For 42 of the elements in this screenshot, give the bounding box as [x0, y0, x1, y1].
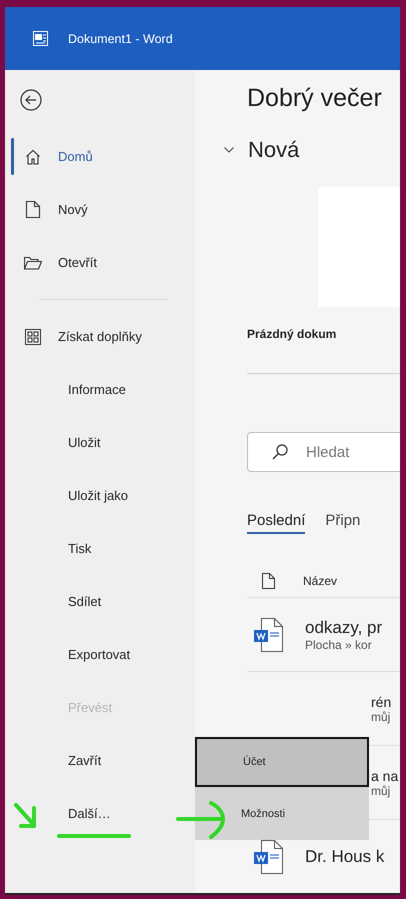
grid-icon [24, 328, 42, 344]
template-caption: Prázdný dokum [247, 327, 336, 341]
window-title: Dokument1 - Word [68, 32, 173, 46]
sidebar-item[interactable]: Domů [5, 130, 195, 183]
sidebar-item[interactable]: Nový [5, 183, 195, 236]
sidebar-item[interactable]: Exportovat [5, 628, 195, 681]
annotation-arrow [175, 800, 227, 840]
back-icon[interactable] [20, 89, 42, 111]
sidebar-item[interactable]: Informace [5, 363, 195, 416]
sidebar-item[interactable]: Zavřít [5, 734, 195, 787]
file-path: můj [371, 784, 392, 798]
word-file-icon [253, 840, 283, 874]
file-name: Dr. Hous k [305, 846, 384, 866]
search-icon [272, 444, 288, 460]
sidebar-item[interactable]: Tisk [5, 522, 195, 575]
sidebar-item[interactable]: Sdílet [5, 575, 195, 628]
page-icon [262, 572, 275, 588]
menu-item[interactable]: Účet [195, 737, 369, 787]
folder-icon [24, 256, 42, 270]
sidebar-item[interactable]: Uložit [5, 416, 195, 469]
tab[interactable]: Připn [325, 512, 360, 534]
word-logo-icon [33, 31, 48, 46]
section-title: Nová [248, 137, 300, 163]
file-row[interactable]: odkazy, pr Plocha » kor [247, 598, 400, 672]
home-icon [24, 148, 42, 164]
sidebar-item[interactable]: Uložit jako [5, 469, 195, 522]
search-field[interactable]: Hledat [247, 432, 400, 472]
sidebar-item[interactable]: Získat doplňky [5, 310, 195, 363]
page-icon [24, 201, 42, 218]
file-name: a na [371, 768, 398, 784]
file-path: Plocha » kor [305, 638, 373, 652]
search-input[interactable]: Hledat [304, 442, 400, 462]
file-name: rén [371, 694, 392, 710]
file-path: můj [371, 710, 392, 724]
file-name: odkazy, pr [305, 618, 382, 638]
sidebar-item[interactable]: Další… [5, 787, 195, 840]
chevron-icon[interactable] [224, 147, 234, 153]
tab[interactable]: Poslední [247, 512, 306, 534]
column-header: Název [303, 574, 338, 588]
word-file-icon [253, 618, 283, 652]
greeting: Dobrý večer [247, 84, 383, 113]
sidebar-item[interactable]: Otevřít [5, 236, 195, 289]
